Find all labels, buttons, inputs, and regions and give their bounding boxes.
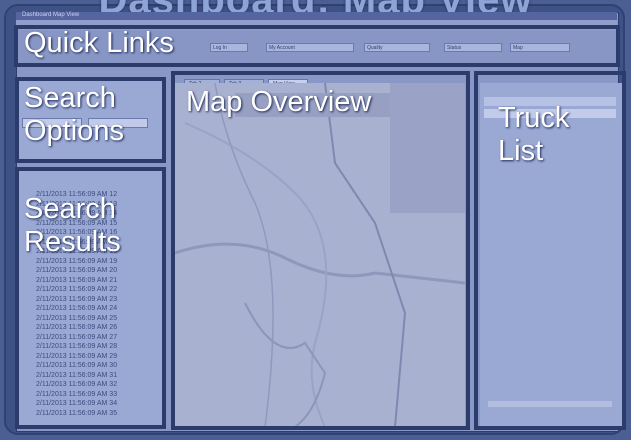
map-overview-region bbox=[171, 71, 470, 430]
quick-links-label: Quick Links bbox=[24, 27, 174, 59]
window-titlebar: Dashboard Map View bbox=[16, 12, 617, 20]
search-options-label: Search Options bbox=[24, 82, 124, 148]
map-overview-label: Map Overview bbox=[186, 86, 372, 118]
window-title: Dashboard Map View bbox=[22, 12, 80, 18]
search-results-label: Search Results bbox=[24, 193, 121, 259]
truck-list-label: Truck List bbox=[498, 102, 570, 168]
